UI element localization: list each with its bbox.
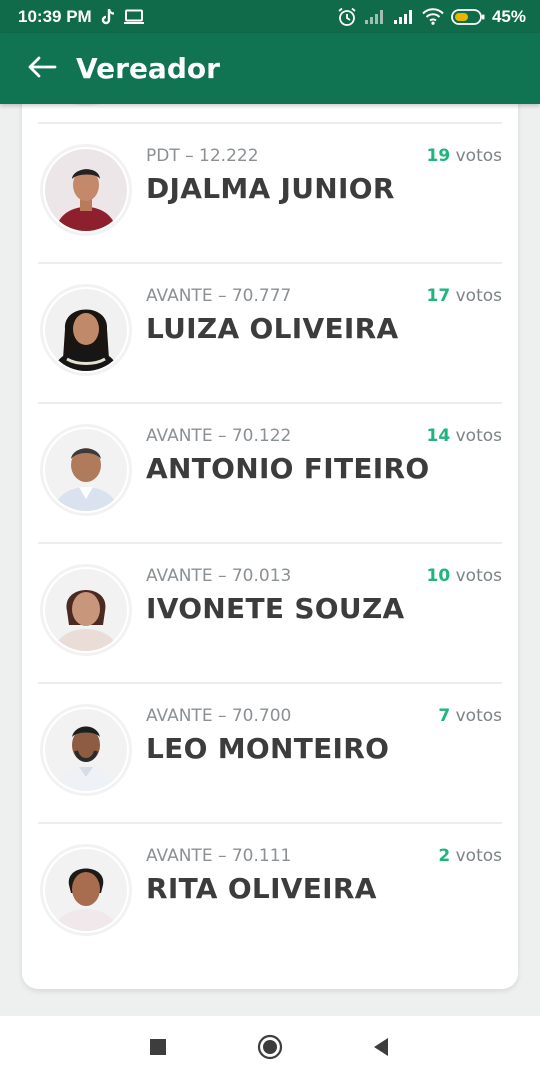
system-back-button[interactable]: [366, 1034, 396, 1064]
vote-count: 14 votos: [426, 426, 502, 446]
signal-icon: [364, 9, 386, 25]
list-item[interactable]: AVANTE – 70.013 10 votos IVONETE SOUZA: [38, 542, 502, 682]
signal-icon: [393, 9, 415, 25]
list-item[interactable]: AVANTE – 70.700 7 votos LEO MONTEIRO: [38, 682, 502, 822]
wifi-icon: [422, 8, 444, 25]
avatar: [40, 564, 132, 656]
avatar: [40, 704, 132, 796]
navigation-bar: [0, 1016, 540, 1080]
candidate-name: LUIZA OLIVEIRA: [146, 312, 399, 345]
home-icon: [257, 1034, 283, 1064]
battery-percent: 45%: [491, 6, 526, 26]
recent-apps-icon: [149, 1038, 167, 1060]
home-button[interactable]: [255, 1034, 285, 1064]
divider: [38, 122, 502, 124]
candidate-name: ANTONIO FITEIRO: [146, 452, 430, 485]
party-number: AVANTE – 70.777: [146, 286, 292, 306]
list-item[interactable]: PDT – 12.222 19 votos DJALMA JUNIOR: [38, 122, 502, 262]
vote-count: 10 votos: [426, 566, 502, 586]
party-number: AVANTE – 70.122: [146, 426, 292, 446]
arrow-left-icon: [27, 56, 57, 82]
app-bar: Vereador: [0, 33, 540, 104]
party-number: PDT – 12.222: [146, 146, 259, 166]
avatar: [40, 144, 132, 236]
back-button[interactable]: [12, 33, 72, 104]
tiktok-icon: [100, 8, 116, 26]
candidate-name: LEO MONTEIRO: [146, 732, 390, 765]
avatar: [40, 284, 132, 376]
candidate-list-scroll[interactable]: PDT – 12.222 19 votos DJALMA JUNIOR AVAN…: [0, 104, 540, 1016]
candidate-name: IVONETE SOUZA: [146, 592, 405, 625]
candidate-list-card: PDT – 12.222 19 votos DJALMA JUNIOR AVAN…: [22, 104, 518, 989]
candidate-name: RITA OLIVEIRA: [146, 872, 377, 905]
battery-icon: [451, 8, 485, 26]
party-number: AVANTE – 70.700: [146, 706, 292, 726]
candidate-name: DJALMA JUNIOR: [146, 172, 395, 205]
vote-count: 2 votos: [438, 846, 502, 866]
status-time: 10:39 PM: [18, 6, 92, 26]
vote-count: 7 votos: [438, 706, 502, 726]
avatar: [40, 104, 132, 106]
divider: [38, 822, 502, 824]
screen-icon: [123, 9, 144, 25]
vote-count: 17 votos: [426, 286, 502, 306]
alarm-icon: [337, 7, 357, 27]
page-title: Vereador: [76, 52, 220, 85]
divider: [38, 542, 502, 544]
party-number: AVANTE – 70.111: [146, 846, 292, 866]
party-number: AVANTE – 70.013: [146, 566, 292, 586]
back-icon: [372, 1037, 390, 1061]
avatar: [40, 844, 132, 936]
divider: [38, 682, 502, 684]
list-item[interactable]: AVANTE – 70.111 2 votos RITA OLIVEIRA: [38, 822, 502, 962]
divider: [38, 402, 502, 404]
recent-apps-button[interactable]: [143, 1034, 173, 1064]
avatar: [40, 424, 132, 516]
divider: [38, 262, 502, 264]
vote-count: 19 votos: [426, 146, 502, 166]
status-bar: 10:39 PM 45%: [0, 0, 540, 33]
list-item[interactable]: AVANTE – 70.777 17 votos LUIZA OLIVEIRA: [38, 262, 502, 402]
list-item[interactable]: AVANTE – 70.122 14 votos ANTONIO FITEIRO: [38, 402, 502, 542]
